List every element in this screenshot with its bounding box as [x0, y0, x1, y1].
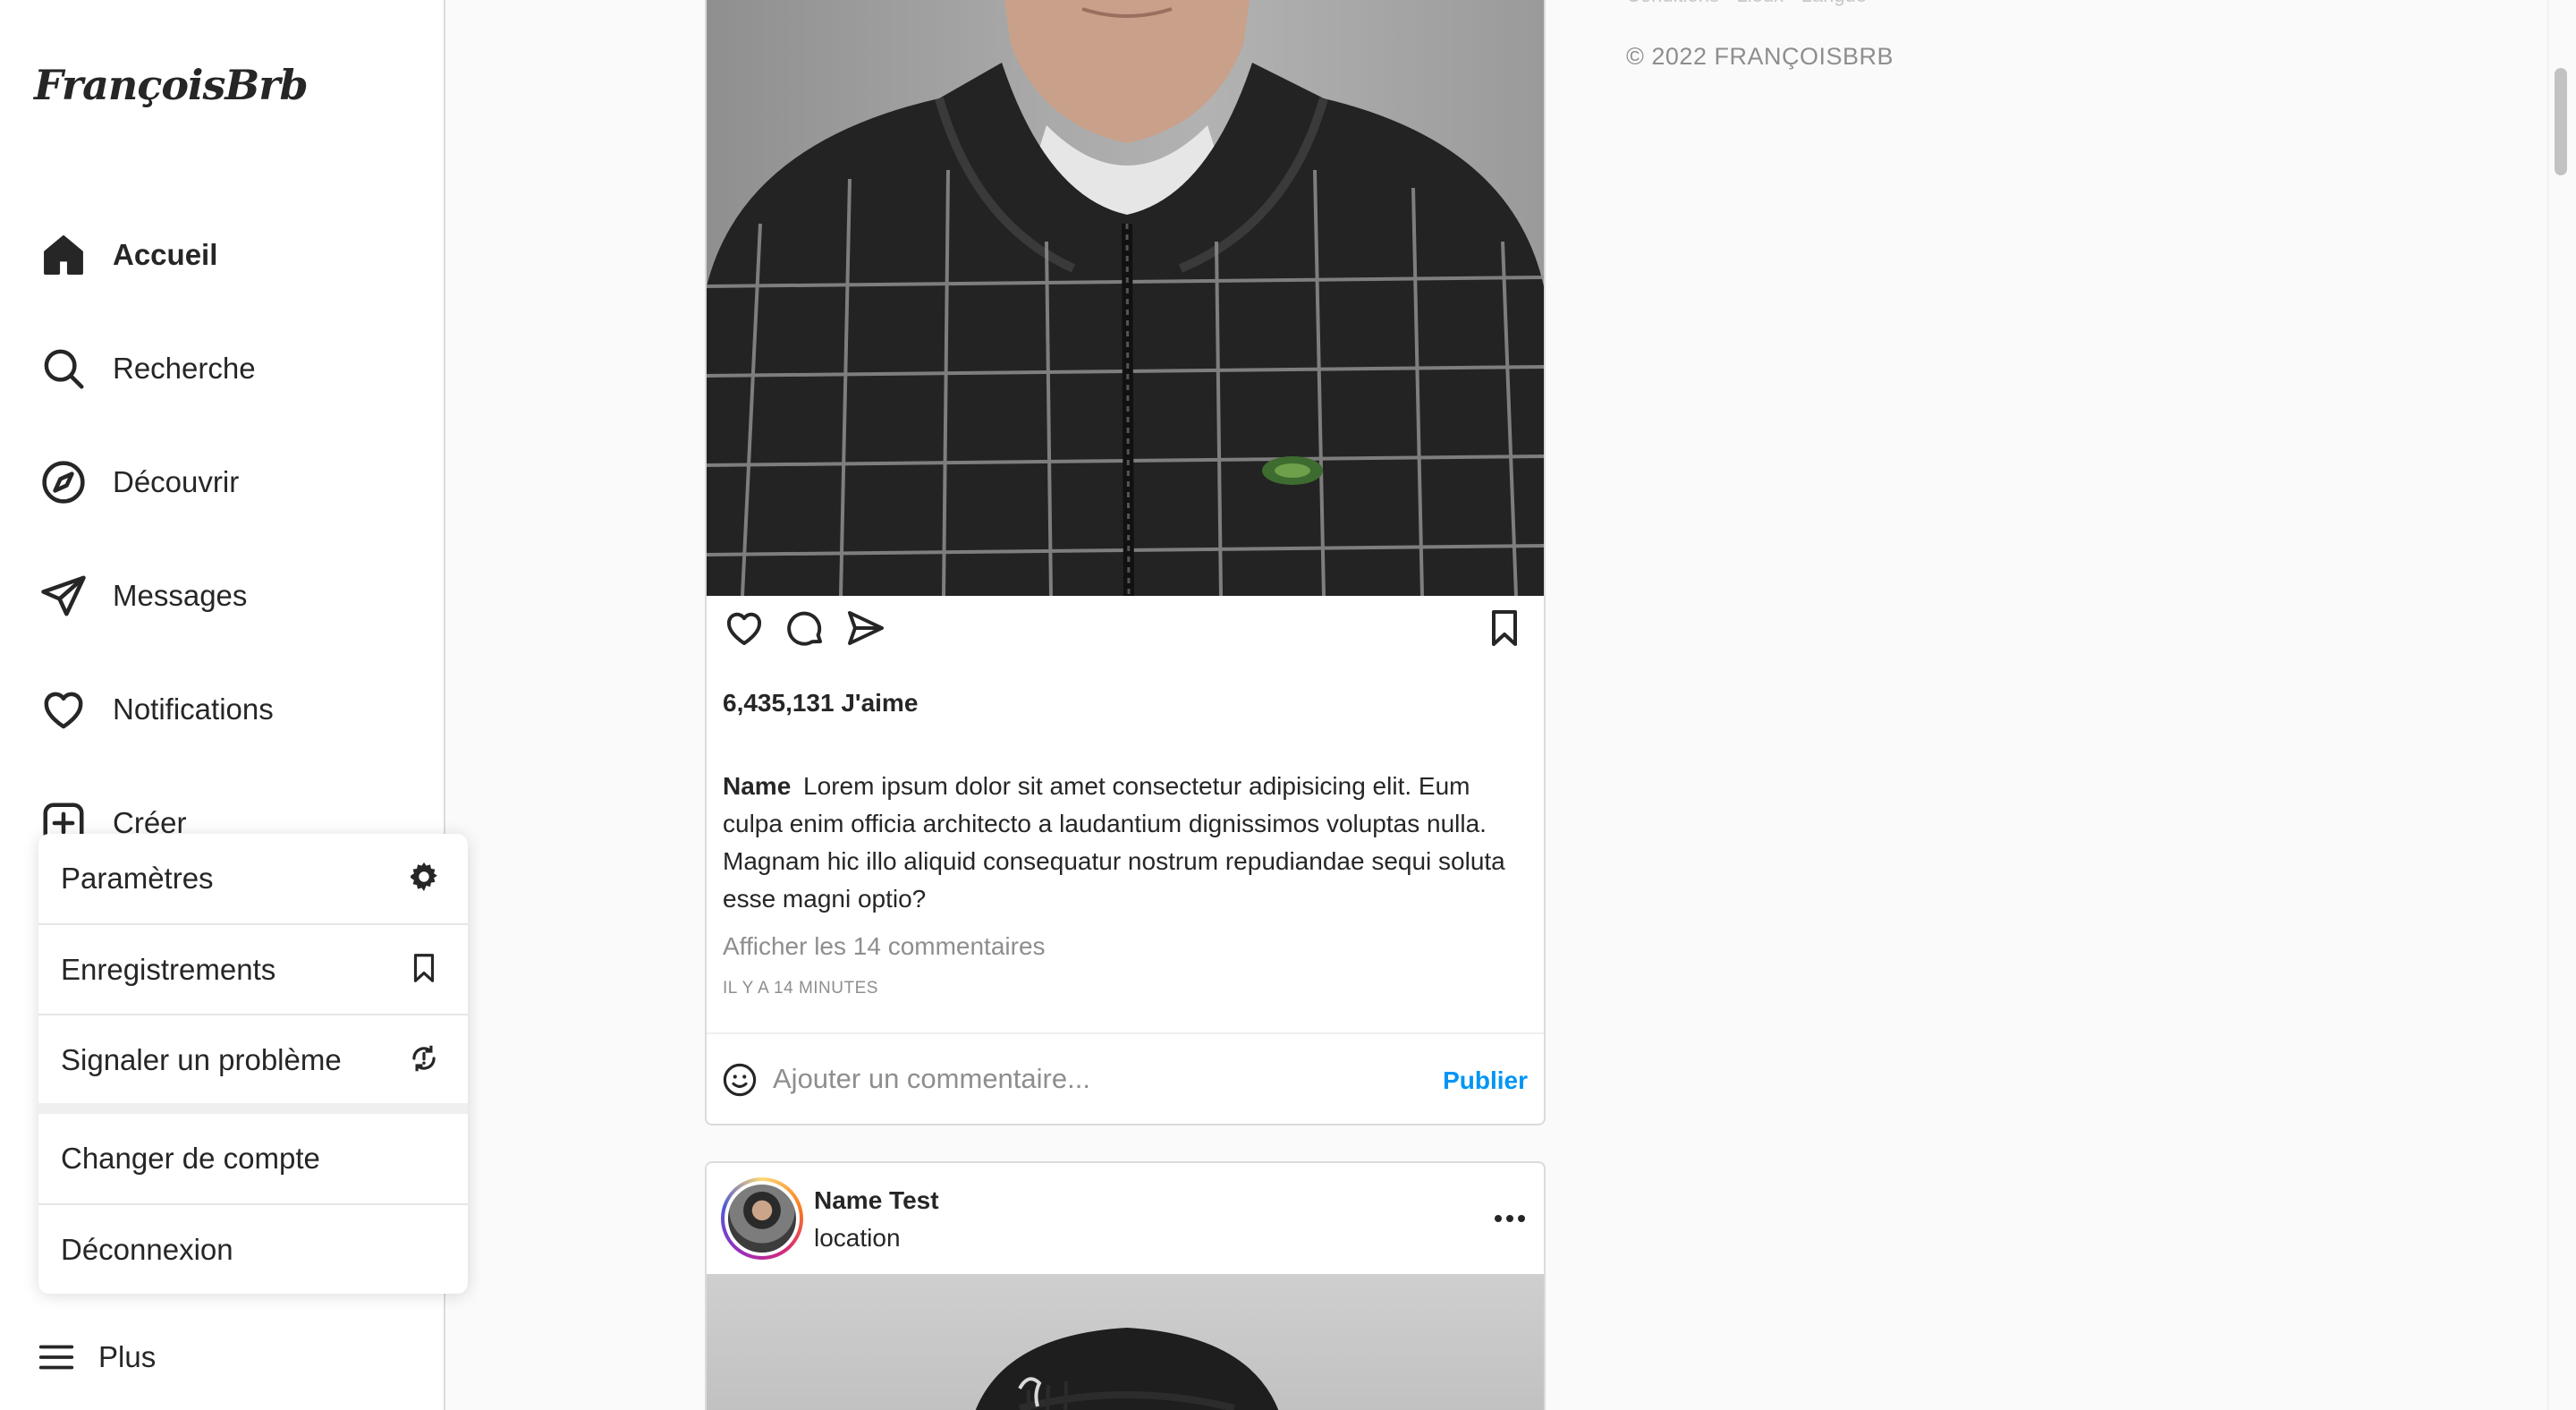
post-username[interactable]: Name Test	[814, 1186, 939, 1215]
home-icon	[39, 231, 88, 279]
comment-input[interactable]	[773, 1054, 1399, 1104]
story-ring[interactable]	[721, 1177, 803, 1260]
feed-post: 6,435,131 J'aime Name Lorem ipsum dolor …	[705, 0, 1546, 1125]
nav-item-notifications[interactable]: Notifications	[39, 678, 274, 741]
nav-label-notifications: Notifications	[113, 692, 274, 726]
brand-logo[interactable]: FrançoisBrb	[34, 61, 309, 109]
menu-item-settings[interactable]: Paramètres	[38, 834, 468, 923]
comment-bubble-icon[interactable]	[780, 603, 830, 653]
feed-post: Name Test location	[705, 1161, 1546, 1410]
scrollbar-track[interactable]	[2547, 0, 2576, 1410]
menu-label-settings: Paramètres	[61, 862, 214, 895]
menu-section-gap	[38, 1103, 468, 1114]
nav-item-more[interactable]: Plus	[32, 1326, 156, 1389]
nav-label-messages: Messages	[113, 579, 248, 612]
compass-icon	[39, 458, 88, 506]
menu-label-switch-account: Changer de compte	[61, 1142, 320, 1175]
gear-icon	[407, 860, 441, 898]
heart-icon	[39, 685, 88, 734]
post-photo-image	[975, 1328, 1279, 1410]
menu-item-report[interactable]: Signaler un problème	[38, 1015, 468, 1105]
menu-label-saved: Enregistrements	[61, 953, 276, 986]
post-timestamp: IL Y A 14 MINUTES	[723, 979, 878, 998]
nav-label-search: Recherche	[113, 352, 256, 385]
save-bookmark-icon[interactable]	[1479, 603, 1530, 653]
search-icon	[39, 344, 88, 393]
more-menu: Paramètres Enregistrements Signaler un p…	[38, 834, 468, 1294]
post-header: Name Test location	[707, 1163, 1544, 1274]
like-heart-icon[interactable]	[719, 603, 769, 653]
caption-username[interactable]: Name	[723, 772, 791, 800]
nav-item-messages[interactable]: Messages	[39, 565, 247, 627]
post-location[interactable]: location	[814, 1224, 901, 1253]
post-photo[interactable]	[707, 1274, 1544, 1410]
menu-label-logout: Déconnexion	[61, 1233, 233, 1266]
emoji-icon[interactable]	[721, 1061, 758, 1103]
comment-bar: Publier	[707, 1032, 1544, 1124]
nav-label-home: Accueil	[113, 238, 218, 271]
share-paper-plane-icon[interactable]	[841, 603, 891, 653]
nav-item-home[interactable]: Accueil	[39, 224, 217, 286]
menu-item-logout[interactable]: Déconnexion	[38, 1205, 468, 1294]
hamburger-icon	[32, 1333, 80, 1381]
bookmark-icon	[407, 951, 441, 990]
likes-count[interactable]: 6,435,131 J'aime	[723, 689, 918, 718]
report-icon	[407, 1041, 441, 1080]
menu-item-switch-account[interactable]: Changer de compte	[38, 1114, 468, 1203]
post-photo[interactable]	[707, 0, 1544, 596]
post-photo-image	[707, 0, 1544, 596]
menu-label-report: Signaler un problème	[61, 1043, 342, 1076]
footer-links[interactable]: Conditions · Lieux · Langue ·	[1626, 0, 1879, 7]
nav-label-more: Plus	[98, 1340, 157, 1373]
scrollbar-thumb[interactable]	[2555, 68, 2567, 175]
nav-label-explore: Découvrir	[113, 465, 240, 498]
publish-button[interactable]: Publier	[1443, 1066, 1528, 1095]
caption-text: Lorem ipsum dolor sit amet consectetur a…	[723, 772, 1505, 913]
nav-item-explore[interactable]: Découvrir	[39, 451, 239, 514]
avatar	[724, 1181, 800, 1256]
menu-item-saved[interactable]: Enregistrements	[38, 925, 468, 1015]
paper-plane-icon	[39, 572, 88, 620]
view-comments-link[interactable]: Afficher les 14 commentaires	[723, 932, 1046, 961]
post-caption: Name Lorem ipsum dolor sit amet consecte…	[723, 768, 1528, 918]
more-options-icon[interactable]	[1492, 1201, 1528, 1236]
copyright: © 2022 FRANÇOISBRB	[1626, 43, 1894, 70]
post-actions	[707, 592, 1544, 660]
nav-item-search[interactable]: Recherche	[39, 337, 256, 400]
